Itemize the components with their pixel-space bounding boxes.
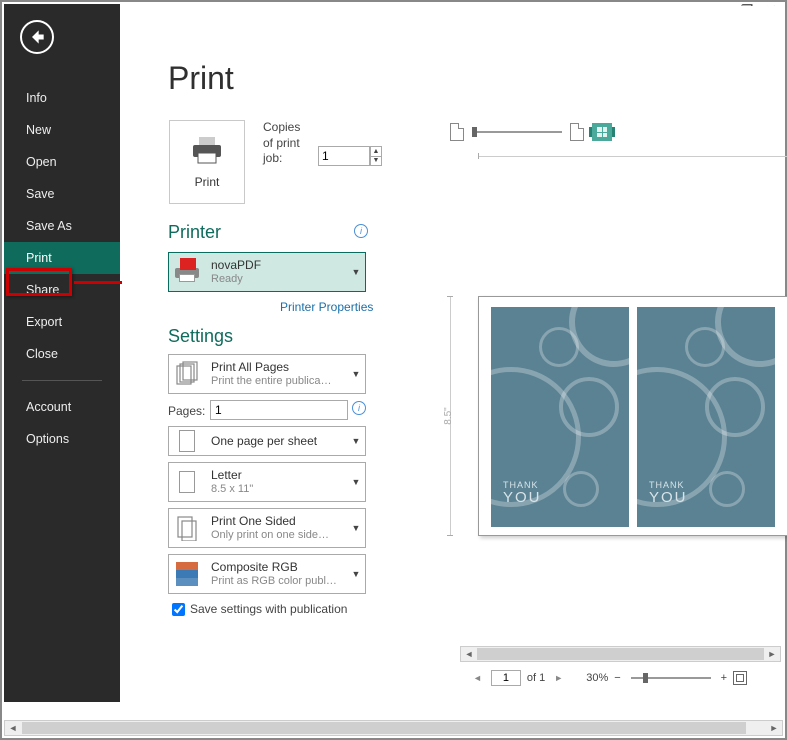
layout-dropdown[interactable]: One page per sheet ▼ xyxy=(168,426,366,456)
save-settings-input[interactable] xyxy=(172,603,185,616)
pages-label: Pages: xyxy=(168,404,205,418)
preview-footer: ◄ of 1 ► 30% − + xyxy=(470,668,781,688)
sidebar-item-export[interactable]: Export xyxy=(4,306,120,338)
sides-title: Print One Sided xyxy=(211,514,296,528)
printer-status: Ready xyxy=(211,273,341,286)
preview-toolbar xyxy=(450,116,781,148)
print-button[interactable]: Print xyxy=(169,120,245,204)
one-sided-icon xyxy=(169,509,205,547)
zoom-slider[interactable] xyxy=(631,677,711,679)
sidebar-item-saveas[interactable]: Save As xyxy=(4,210,120,242)
color-swatch-icon xyxy=(169,555,205,593)
page-total: of 1 xyxy=(527,672,545,684)
print-scope-dropdown[interactable]: Print All PagesPrint the entire publica…… xyxy=(168,354,366,394)
zoom-out-button[interactable]: − xyxy=(614,672,620,684)
preview-card-left: THANKYOU xyxy=(491,307,629,527)
vertical-ruler: 8.5" xyxy=(450,296,451,536)
page-icon[interactable] xyxy=(570,123,584,141)
print-preview-area: 11" 8.5" THANKYOU THANKYOU ◄► ◄ of 1 ► 3… xyxy=(400,116,781,692)
printer-info-icon[interactable]: i xyxy=(354,224,368,238)
chevron-down-icon: ▼ xyxy=(347,267,365,277)
copies-input[interactable] xyxy=(318,146,370,166)
horizontal-ruler: 11" xyxy=(478,156,787,157)
chevron-down-icon: ▼ xyxy=(347,569,365,579)
sidebar-item-close[interactable]: Close xyxy=(4,338,120,370)
sidebar-item-new[interactable]: New xyxy=(4,114,120,146)
chevron-down-icon: ▼ xyxy=(347,369,365,379)
prev-page-button[interactable]: ◄ xyxy=(470,673,485,683)
backstage-sidebar: Info New Open Save Save As Print Share E… xyxy=(4,4,120,702)
paper-size-dropdown[interactable]: Letter8.5 x 11" ▼ xyxy=(168,462,366,502)
sidebar-item-share[interactable]: Share xyxy=(4,274,120,306)
section-settings-heading: Settings xyxy=(168,326,233,347)
printer-name: novaPDF xyxy=(211,258,261,272)
color-dropdown[interactable]: Composite RGBPrint as RGB color publ… ▼ xyxy=(168,554,366,594)
save-settings-label: Save settings with publication xyxy=(190,602,347,616)
window-h-scrollbar[interactable]: ◄► xyxy=(4,720,783,736)
zoom-in-button[interactable]: + xyxy=(721,672,727,684)
printer-properties-link[interactable]: Printer Properties xyxy=(280,300,373,314)
copies-spinner[interactable]: ▲▼ xyxy=(370,146,382,166)
sidebar-item-save[interactable]: Save xyxy=(4,178,120,210)
section-printer-heading: Printer xyxy=(168,222,221,243)
sidebar-item-info[interactable]: Info xyxy=(4,82,120,114)
page-icon[interactable] xyxy=(450,123,464,141)
page-number-input[interactable] xyxy=(491,670,521,686)
preview-paper: THANKYOU THANKYOU xyxy=(478,296,787,536)
preview-card-right: THANKYOU xyxy=(637,307,775,527)
card-you: YOU xyxy=(503,490,542,505)
color-title: Composite RGB xyxy=(211,560,298,574)
card-you: YOU xyxy=(649,490,688,505)
annotation-pointer-end xyxy=(180,258,196,270)
pages-info-icon[interactable]: i xyxy=(352,401,366,415)
next-page-button[interactable]: ► xyxy=(551,673,566,683)
multi-page-toggle[interactable] xyxy=(592,123,612,141)
printer-dropdown[interactable]: novaPDFReady ▼ xyxy=(168,252,366,292)
print-scope-title: Print All Pages xyxy=(211,360,289,374)
single-page-icon xyxy=(169,427,205,455)
pages-input[interactable] xyxy=(210,400,348,420)
fit-page-button[interactable] xyxy=(733,671,747,685)
sides-sub: Only print on one side… xyxy=(211,529,341,542)
save-settings-checkbox[interactable]: Save settings with publication xyxy=(172,602,347,616)
page-title: Print xyxy=(168,60,234,97)
zoom-value: 30% xyxy=(586,672,608,684)
paper-title: Letter xyxy=(211,468,242,482)
sidebar-item-print[interactable]: Print xyxy=(4,242,120,274)
chevron-down-icon: ▼ xyxy=(347,477,365,487)
color-sub: Print as RGB color publ… xyxy=(211,575,341,588)
paper-icon xyxy=(169,463,205,501)
sidebar-item-open[interactable]: Open xyxy=(4,146,120,178)
chevron-down-icon: ▼ xyxy=(347,523,365,533)
preview-slider[interactable] xyxy=(472,131,562,133)
back-button[interactable] xyxy=(20,20,54,54)
paper-sub: 8.5 x 11" xyxy=(211,483,341,496)
sides-dropdown[interactable]: Print One SidedOnly print on one side… ▼ xyxy=(168,508,366,548)
sidebar-item-account[interactable]: Account xyxy=(4,391,120,423)
print-button-label: Print xyxy=(195,175,220,189)
sidebar-item-options[interactable]: Options xyxy=(4,423,120,455)
printer-icon xyxy=(191,135,223,165)
layout-title: One page per sheet xyxy=(211,434,317,448)
copies-label: Copies of print job: xyxy=(263,120,303,167)
pages-stack-icon xyxy=(169,355,205,393)
print-scope-sub: Print the entire publica… xyxy=(211,375,341,388)
chevron-down-icon: ▼ xyxy=(347,436,365,446)
preview-h-scrollbar[interactable]: ◄► xyxy=(460,646,781,662)
